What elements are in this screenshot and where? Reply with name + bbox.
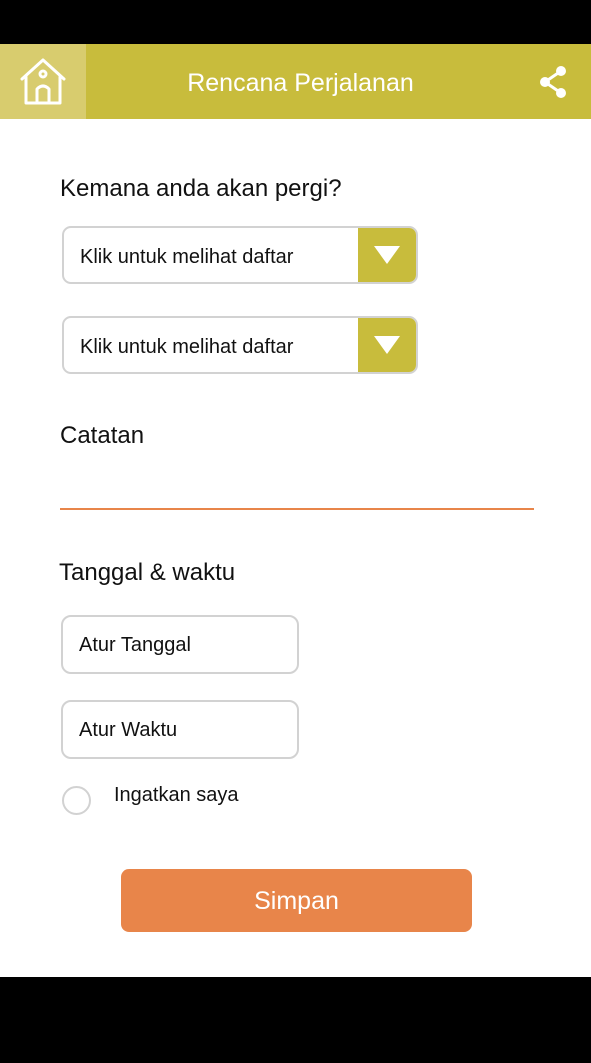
set-time-label: Atur Waktu [79, 719, 178, 741]
dropdown-toggle[interactable] [358, 318, 416, 372]
reminder-label[interactable]: Ingatkan saya [114, 784, 239, 807]
dropdown-value: Klik untuk melihat daftar [80, 336, 294, 358]
triangle-down-icon [374, 246, 400, 264]
home-icon [20, 58, 66, 104]
share-icon [540, 65, 566, 98]
screen: Rencana Perjalanan Kemana anda akan perg… [0, 44, 591, 977]
triangle-down-icon [374, 336, 400, 354]
notes-input[interactable] [60, 488, 534, 510]
destination-dropdown-1[interactable]: Klik untuk melihat daftar [62, 226, 418, 284]
destination-dropdown-2[interactable]: Klik untuk melihat daftar [62, 316, 418, 374]
set-date-button[interactable]: Atur Tanggal [61, 615, 299, 674]
datetime-label: Tanggal & waktu [59, 559, 236, 586]
destination-label: Kemana anda akan pergi? [60, 175, 342, 202]
app-title: Rencana Perjalanan [187, 69, 414, 97]
set-date-label: Atur Tanggal [79, 634, 191, 656]
dropdown-toggle[interactable] [358, 228, 416, 282]
save-button[interactable]: Simpan [121, 869, 472, 932]
share-button[interactable] [515, 44, 591, 119]
notes-label: Catatan [60, 422, 145, 449]
reminder-radio[interactable] [62, 786, 91, 815]
home-button[interactable] [0, 44, 86, 119]
set-time-button[interactable]: Atur Waktu [61, 700, 299, 759]
dropdown-value: Klik untuk melihat daftar [80, 246, 294, 268]
app-bar: Rencana Perjalanan [0, 44, 591, 119]
